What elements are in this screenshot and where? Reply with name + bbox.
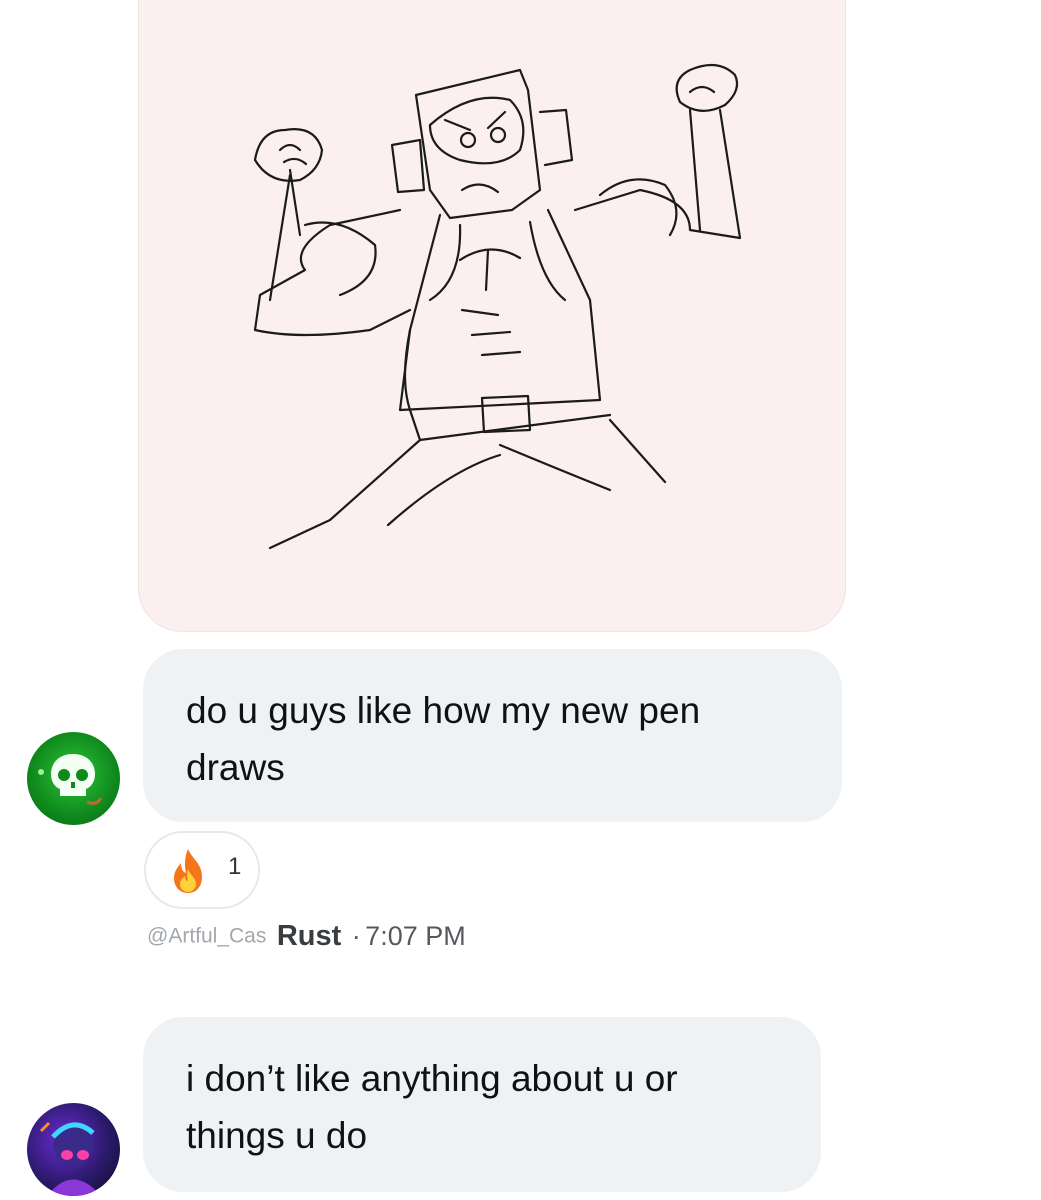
profile-avatar-icon xyxy=(39,1121,101,1196)
message-text-line: i don’t like anything about u or xyxy=(186,1058,678,1099)
fire-icon xyxy=(174,849,202,893)
message-meta: @Artful_Cas Rust · 7:07 PM xyxy=(147,920,466,964)
separator: · xyxy=(351,921,361,951)
image-message[interactable] xyxy=(138,0,846,632)
skull-icon xyxy=(38,754,103,805)
avatar[interactable] xyxy=(27,732,120,825)
message-text-line: things u do xyxy=(186,1115,368,1156)
user-handle[interactable]: @Artful_Cas xyxy=(147,925,266,948)
avatar[interactable] xyxy=(27,1103,120,1196)
message-bubble[interactable]: do u guys like how my new pen draws xyxy=(143,649,842,822)
reaction-button[interactable]: 1 xyxy=(144,831,260,909)
message-bubble[interactable]: i don’t like anything about u or things … xyxy=(143,1017,821,1192)
message-text-line: do u guys like how my new pen xyxy=(186,690,701,731)
timestamp: 7:07 PM xyxy=(365,921,466,951)
reaction-count: 1 xyxy=(228,853,242,880)
display-name[interactable]: Rust xyxy=(277,920,341,952)
drawing-image xyxy=(253,63,742,550)
message-text-line: draws xyxy=(186,747,285,788)
